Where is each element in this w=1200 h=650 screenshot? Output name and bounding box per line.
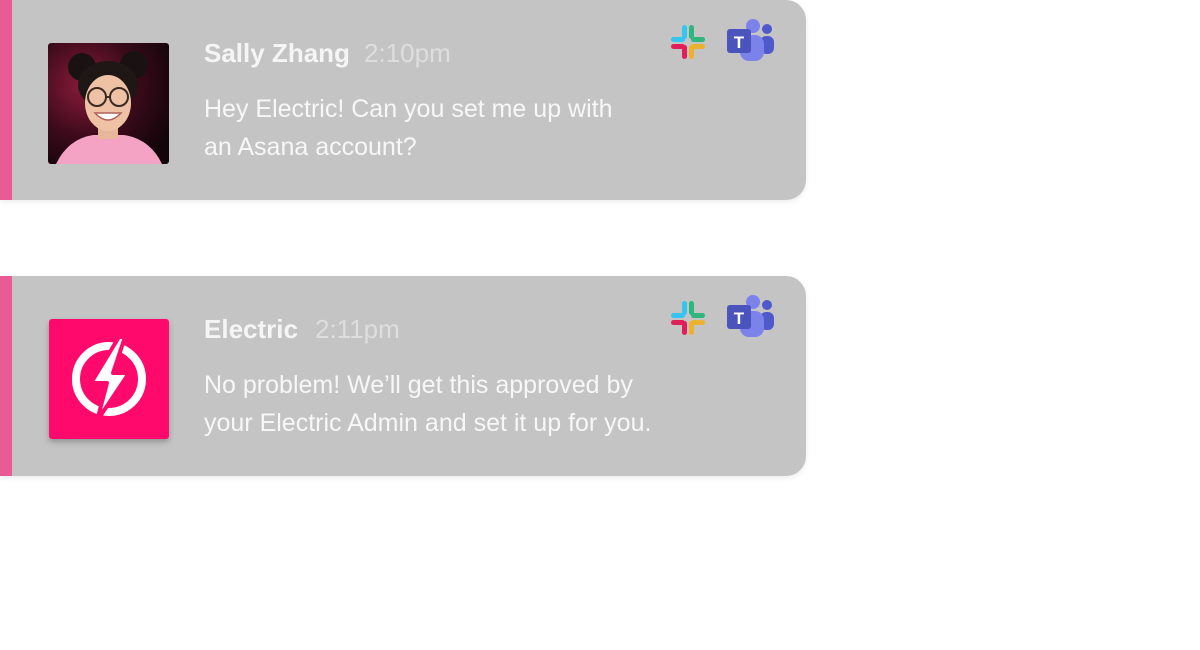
timestamp: 2:11pm <box>315 314 400 344</box>
message-card-sally[interactable]: Sally Zhang 2:10pm Hey Electric! Can you… <box>0 0 806 200</box>
unread-accent-bar <box>0 0 12 200</box>
avatar[interactable] <box>48 43 169 164</box>
svg-text:T: T <box>734 309 745 328</box>
timestamp: 2:10pm <box>364 38 451 68</box>
message-line: No problem! We’ll get this approved by <box>204 371 633 399</box>
unread-accent-bar <box>0 276 12 476</box>
teams-icon: T <box>727 19 774 61</box>
avatar[interactable] <box>49 319 169 439</box>
sender-name[interactable]: Sally Zhang <box>204 38 350 69</box>
electric-logo-icon <box>72 335 146 423</box>
teams-icon: T <box>727 295 774 337</box>
user-photo-icon <box>48 43 169 164</box>
slack-icon <box>671 25 705 59</box>
sender-name[interactable]: Electric <box>204 314 298 345</box>
message-line: Hey Electric! Can you set me up with <box>204 95 613 123</box>
message-line: an Asana account? <box>204 133 417 161</box>
message-line: your Electric Admin and set it up for yo… <box>204 409 652 437</box>
slack-icon <box>671 301 705 335</box>
svg-text:T: T <box>734 33 745 52</box>
message-text: Hey Electric! Can you set me up with an … <box>204 90 764 166</box>
message-text: No problem! We’ll get this approved by y… <box>204 366 784 442</box>
